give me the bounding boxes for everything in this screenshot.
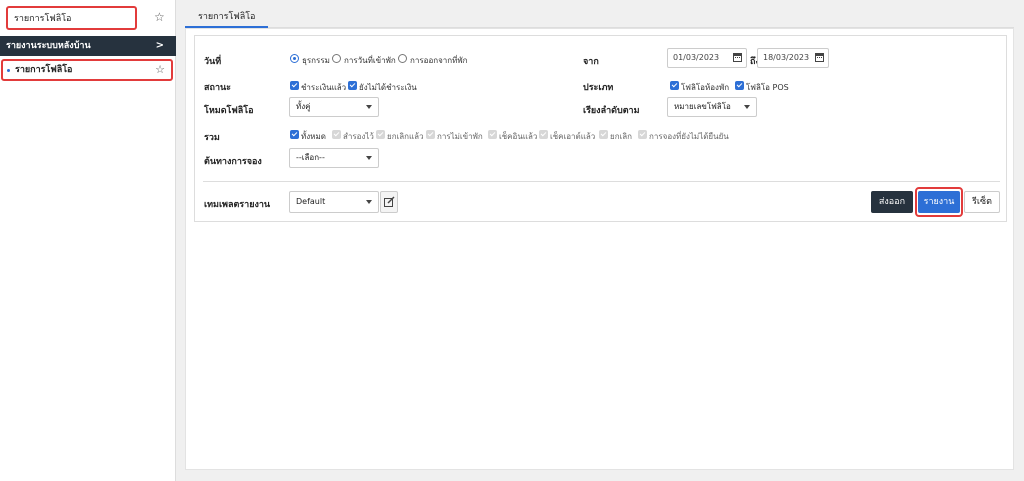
sort-value: หมายเลขโฟลิโอ	[674, 102, 731, 111]
form-divider	[203, 181, 1000, 182]
to-date-value: 18/03/2023	[763, 53, 810, 62]
main-panel: วันที่ ธุรกรรม การวันที่เข้าพัก การออกจา…	[185, 28, 1014, 470]
report-template-label: เทมเพลตรายงาน	[204, 200, 271, 210]
from-label: จาก	[583, 57, 599, 67]
date-radio-transaction-label: ธุรกรรม	[302, 56, 330, 65]
chevron-down-icon	[744, 105, 750, 109]
include-all-label: ทั้งหมด	[301, 132, 326, 141]
edit-icon	[384, 196, 395, 207]
include-noshow-label: การไม่เข้าพัก	[437, 132, 483, 141]
to-date-input[interactable]: 18/03/2023	[757, 48, 829, 68]
folio-mode-select[interactable]: ทั้งคู่	[289, 97, 379, 117]
reset-button[interactable]: รีเซ็ต	[964, 191, 1000, 213]
type-label: ประเภท	[583, 83, 614, 93]
bullet-icon	[7, 69, 10, 72]
include-checkedin-checkbox[interactable]	[488, 130, 497, 139]
booking-source-label: ต้นทางการจอง	[204, 157, 262, 167]
include-checkedout-label: เช็คเอาต์แล้ว	[550, 132, 596, 141]
report-button[interactable]: รายงาน	[918, 191, 960, 213]
type-pos-checkbox[interactable]	[735, 81, 744, 90]
sidebar: ☆ รายงานระบบหลังบ้าน > รายการโฟลิโอ ☆	[0, 0, 176, 481]
date-radio-transaction[interactable]	[290, 54, 299, 63]
type-room-label: โฟลิโอห้องพัก	[681, 83, 730, 92]
from-date-input[interactable]: 01/03/2023	[667, 48, 747, 68]
report-template-select[interactable]: Default	[289, 191, 379, 213]
include-all-checkbox[interactable]	[290, 130, 299, 139]
folio-mode-value: ทั้งคู่	[296, 102, 311, 111]
star-icon[interactable]: ☆	[155, 61, 165, 79]
sort-select[interactable]: หมายเลขโฟลิโอ	[667, 97, 757, 117]
status-label: สถานะ	[204, 83, 231, 93]
include-void-checkbox[interactable]	[599, 130, 608, 139]
report-template-value: Default	[296, 197, 326, 206]
status-paid-label: ชำระเงินแล้ว	[301, 83, 347, 92]
include-label: รวม	[204, 133, 220, 143]
status-unpaid-label: ยังไม่ได้ชำระเงิน	[359, 83, 417, 92]
export-button[interactable]: ส่งออก	[871, 191, 913, 213]
chevron-down-icon	[366, 105, 372, 109]
chevron-right-icon: >	[155, 40, 164, 51]
include-unconfirmed-checkbox[interactable]	[638, 130, 647, 139]
include-noshow-checkbox[interactable]	[426, 130, 435, 139]
date-radio-checkin[interactable]	[332, 54, 341, 63]
sort-label: เรียงลำดับตาม	[583, 106, 640, 116]
sidebar-group-backoffice-reports[interactable]: รายงานระบบหลังบ้าน >	[0, 36, 176, 56]
type-room-checkbox[interactable]	[670, 81, 679, 90]
menu-search-input[interactable]	[8, 8, 135, 28]
include-unconfirmed-label: การจองที่ยังไม่ได้ยืนยัน	[649, 132, 729, 141]
folio-mode-label: โหมดโฟลิโอ	[204, 106, 254, 116]
sidebar-item-folio-list[interactable]: รายการโฟลิโอ ☆	[1, 59, 173, 81]
date-label: วันที่	[204, 57, 222, 67]
booking-source-value: --เลือก--	[296, 153, 325, 162]
report-filter-form: วันที่ ธุรกรรม การวันที่เข้าพัก การออกจา…	[194, 35, 1007, 222]
sidebar-group-label: รายงานระบบหลังบ้าน	[6, 41, 91, 51]
include-checkedout-checkbox[interactable]	[539, 130, 548, 139]
date-radio-checkout[interactable]	[398, 54, 407, 63]
chevron-down-icon	[366, 156, 372, 160]
include-cancelled-checkbox[interactable]	[376, 130, 385, 139]
include-void-label: ยกเลิก	[610, 132, 633, 141]
menu-search[interactable]	[6, 6, 137, 30]
star-icon[interactable]: ☆	[154, 10, 165, 24]
edit-template-button[interactable]	[380, 191, 398, 213]
tab-folio-list[interactable]: รายการโฟลิโอ	[185, 6, 269, 28]
chevron-down-icon	[366, 200, 372, 204]
include-reserved-label: สำรองไว้	[343, 132, 374, 141]
date-radio-checkout-label: การออกจากที่พัก	[410, 56, 468, 65]
date-radio-checkin-label: การวันที่เข้าพัก	[344, 56, 396, 65]
status-paid-checkbox[interactable]	[290, 81, 299, 90]
include-reserved-checkbox[interactable]	[332, 130, 341, 139]
include-checkedin-label: เช็คอินแล้ว	[499, 132, 538, 141]
tab-bar: รายการโฟลิโอ	[185, 6, 1014, 28]
sidebar-item-label: รายการโฟลิโอ	[15, 65, 73, 75]
status-unpaid-checkbox[interactable]	[348, 81, 357, 90]
calendar-icon[interactable]	[815, 53, 824, 62]
type-pos-label: โฟลิโอ POS	[746, 83, 789, 92]
from-date-value: 01/03/2023	[673, 53, 720, 62]
calendar-icon[interactable]	[733, 53, 742, 62]
booking-source-select[interactable]: --เลือก--	[289, 148, 379, 168]
include-cancelled-label: ยกเลิกแล้ว	[387, 132, 424, 141]
